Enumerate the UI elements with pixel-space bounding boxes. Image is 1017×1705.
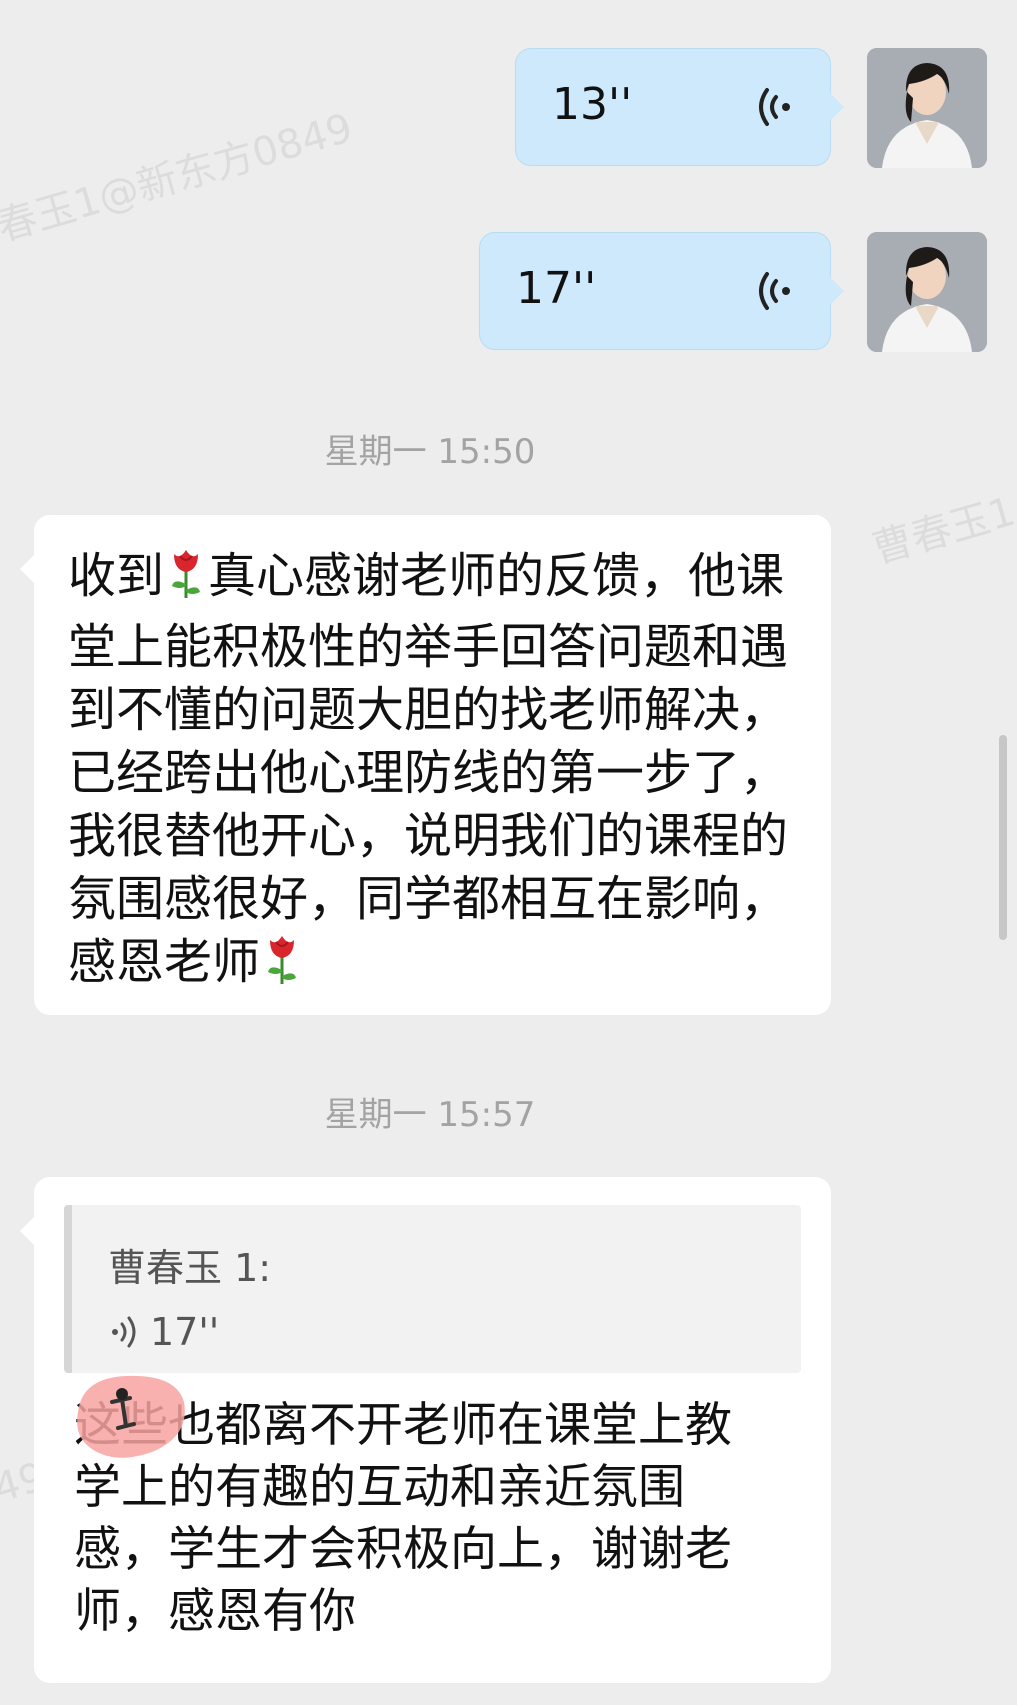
voice-duration: 13'' <box>552 79 633 130</box>
voice-message-bubble[interactable]: 13'' <box>515 48 844 166</box>
rose-icon <box>262 932 302 1002</box>
watermark-right: 曹春玉1 <box>867 488 1017 574</box>
avatar[interactable] <box>867 232 987 352</box>
quoted-sender-name: 曹春玉 1: <box>108 1246 272 1290</box>
voice-wave-icon <box>756 269 800 317</box>
quoted-message[interactable]: 曹春玉 1: 17'' <box>64 1205 801 1373</box>
avatar[interactable] <box>867 48 987 168</box>
message-text: 收到 真心感谢老师的反馈，他课堂上能积极性的举手回答问题和遇到不懂的问题大胆的找… <box>68 545 795 1002</box>
scrollbar[interactable] <box>999 735 1007 940</box>
message-text-part: 收到 <box>68 548 165 604</box>
sticker-overlay <box>72 1372 192 1464</box>
timestamp: 星期一 15:50 <box>324 432 536 472</box>
message-row-voice-2: 17'' <box>0 232 1017 354</box>
timestamp: 星期一 15:57 <box>324 1095 536 1135</box>
voice-duration: 17'' <box>516 263 597 314</box>
rose-icon <box>166 546 206 616</box>
incoming-text-bubble[interactable]: 收到 真心感谢老师的反馈，他课堂上能积极性的举手回答问题和遇到不懂的问题大胆的找… <box>20 515 831 1015</box>
quoted-voice-duration: 17'' <box>150 1310 220 1354</box>
voice-wave-icon <box>756 85 800 133</box>
voice-wave-icon <box>112 1316 136 1348</box>
voice-message-bubble[interactable]: 17'' <box>479 232 844 350</box>
quoted-voice: 17'' <box>108 1310 801 1354</box>
message-row-voice-1: 13'' <box>0 48 1017 170</box>
